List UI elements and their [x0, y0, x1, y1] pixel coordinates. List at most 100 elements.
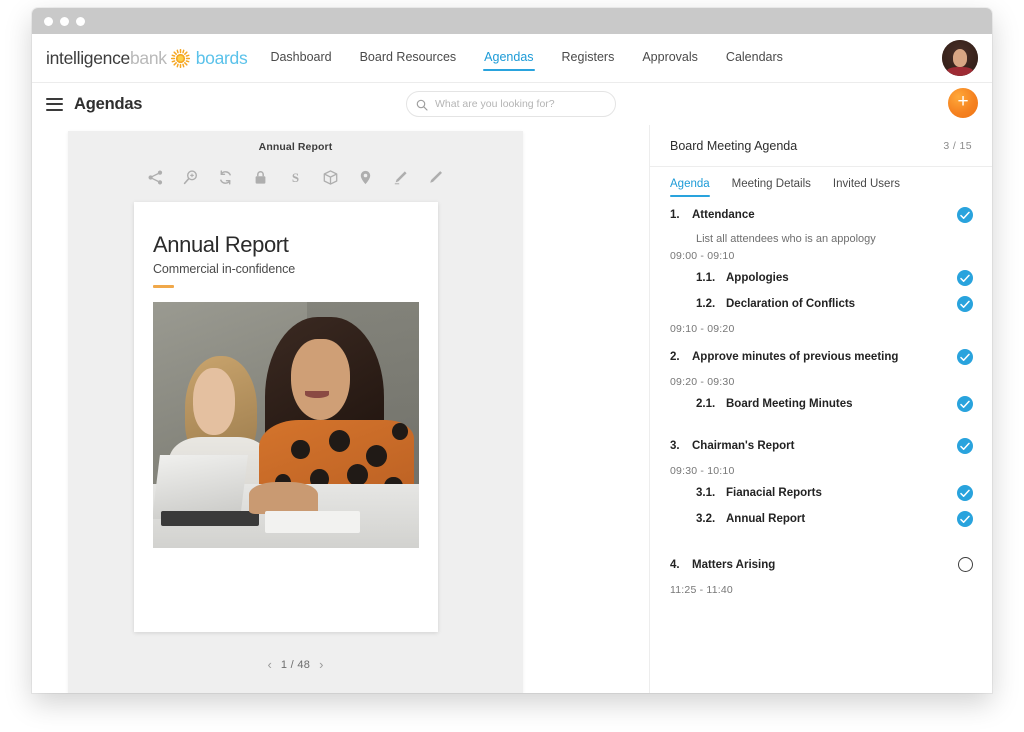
page-title: Agendas: [74, 94, 143, 113]
agenda-item-time: 09:00 - 09:10: [670, 250, 735, 262]
agenda-subitem-number: 1.1.: [696, 272, 716, 284]
agenda-subitem-label: Fianacial Reports: [726, 487, 822, 499]
search-input[interactable]: [435, 98, 606, 110]
agenda-item-label: Matters Arising: [692, 559, 776, 571]
agenda-subitem-number: 1.2.: [696, 298, 716, 310]
agenda-item-number: 3.: [670, 440, 680, 452]
window-minimize-dot[interactable]: [60, 16, 69, 26]
hamburger-menu-icon[interactable]: [46, 97, 63, 111]
agenda-subitem-checkbox[interactable]: [957, 511, 973, 527]
agenda-progress-count: 3 / 15: [943, 139, 972, 152]
location-pin-icon[interactable]: [357, 169, 374, 186]
agenda-subitem-time: 09:10 - 09:20: [670, 323, 735, 335]
agenda-item-time: 11:25 - 11:40: [670, 584, 733, 596]
search-icon: [416, 98, 428, 111]
agenda-tabs: Agenda Meeting Details Invited Users: [650, 167, 992, 197]
agenda-item-description: List all attendees who is an appology: [696, 233, 876, 245]
document-toolbar: S: [68, 166, 523, 188]
browser-window: intelligence bank boards Dashboard Board…: [32, 8, 992, 693]
cover-heading: Annual Report: [153, 232, 289, 257]
document-page[interactable]: Annual Report Commercial in-confidence: [134, 202, 438, 632]
cover-subheading: Commercial in-confidence: [153, 262, 296, 276]
nav-item-agendas[interactable]: Agendas: [483, 46, 535, 71]
agenda-items-list: 1. Attendance List all attendees who is …: [650, 197, 992, 596]
add-button[interactable]: +: [948, 88, 978, 118]
agenda-subitem-label: Board Meeting Minutes: [726, 398, 853, 410]
agenda-subitem[interactable]: 2.1. Board Meeting Minutes: [670, 396, 973, 418]
avatar-body: [947, 66, 973, 76]
cover-accent-rule: [153, 285, 174, 288]
strikethrough-icon[interactable]: S: [287, 169, 304, 186]
nav-items: Dashboard Board Resources Agendas Regist…: [269, 46, 783, 71]
agenda-subitem[interactable]: 1.2. Declaration of Conflicts: [670, 296, 973, 318]
sun-icon: [170, 48, 190, 68]
nav-item-calendars[interactable]: Calendars: [725, 46, 784, 71]
avatar-face: [952, 49, 968, 67]
agenda-item-checkbox[interactable]: [957, 438, 973, 454]
agenda-subitem-number: 3.2.: [696, 513, 716, 525]
window-titlebar: [32, 8, 992, 34]
brand-text-1: intelligence: [46, 47, 130, 68]
agenda-item-number: 2.: [670, 351, 680, 363]
agenda-subitem-label: Appologies: [726, 272, 789, 284]
agenda-item-number: 1.: [670, 209, 680, 221]
agenda-item-number: 4.: [670, 559, 680, 571]
agenda-item-label: Approve minutes of previous meeting: [692, 351, 899, 363]
agenda-subitem-label: Declaration of Conflicts: [726, 298, 856, 310]
page-navigation: ‹ 1 / 48 ›: [68, 658, 523, 671]
nav-item-dashboard[interactable]: Dashboard: [269, 46, 332, 71]
brand-text-3: boards: [195, 47, 248, 68]
svg-text:S: S: [292, 170, 299, 185]
agenda-item[interactable]: 3. Chairman's Report: [670, 438, 973, 460]
highlighter-icon[interactable]: [392, 169, 409, 186]
agenda-subitem[interactable]: 1.1. Appologies: [670, 270, 973, 292]
zoom-in-icon[interactable]: [182, 169, 199, 186]
nav-item-approvals[interactable]: Approvals: [641, 46, 699, 71]
document-viewer-area: Annual Report S Annual Report Commercial…: [32, 125, 649, 693]
agenda-item-time: 09:30 - 10:10: [670, 465, 735, 477]
agenda-item[interactable]: 2. Approve minutes of previous meeting: [670, 349, 973, 371]
agenda-panel-header: Board Meeting Agenda 3 / 15: [650, 125, 992, 167]
tab-agenda[interactable]: Agenda: [670, 178, 710, 197]
nav-item-board-resources[interactable]: Board Resources: [359, 46, 458, 71]
page-header-bar: Agendas +: [32, 82, 992, 125]
tab-meeting-details[interactable]: Meeting Details: [732, 178, 811, 197]
agenda-item-checkbox[interactable]: [957, 349, 973, 365]
document-title: Annual Report: [258, 141, 333, 153]
box-icon[interactable]: [322, 169, 339, 186]
agenda-subitem[interactable]: 3.2. Annual Report: [670, 511, 973, 533]
cover-photo: [153, 302, 419, 548]
agenda-item-label: Attendance: [692, 209, 755, 221]
tab-invited-users[interactable]: Invited Users: [833, 178, 900, 197]
share-icon[interactable]: [147, 169, 164, 186]
prev-page-button[interactable]: ‹: [267, 658, 271, 671]
search-box[interactable]: [406, 91, 616, 117]
agenda-item[interactable]: 1. Attendance: [670, 207, 973, 229]
agenda-item-checkbox[interactable]: [957, 207, 973, 223]
agenda-subitem-checkbox[interactable]: [957, 270, 973, 286]
top-navigation: intelligence bank boards Dashboard Board…: [32, 34, 992, 82]
agenda-panel: Board Meeting Agenda 3 / 15 Agenda Meeti…: [649, 125, 992, 693]
main-content: Annual Report S Annual Report Commercial…: [32, 125, 992, 693]
next-page-button[interactable]: ›: [319, 658, 323, 671]
brand-logo[interactable]: intelligence bank boards: [46, 47, 248, 69]
window-close-dot[interactable]: [44, 16, 53, 26]
user-avatar[interactable]: [942, 40, 978, 76]
page-indicator: 1 / 48: [280, 658, 311, 671]
nav-item-registers[interactable]: Registers: [561, 46, 616, 71]
brand-text-2: bank: [129, 47, 167, 68]
agenda-item[interactable]: 4. Matters Arising: [670, 557, 973, 579]
window-maximize-dot[interactable]: [76, 16, 85, 26]
agenda-subitem-number: 2.1.: [696, 398, 716, 410]
pen-icon[interactable]: [427, 169, 444, 186]
lock-icon[interactable]: [252, 169, 269, 186]
agenda-panel-title: Board Meeting Agenda: [670, 138, 798, 153]
agenda-subitem[interactable]: 3.1. Fianacial Reports: [670, 485, 973, 507]
agenda-subitem-checkbox[interactable]: [957, 296, 973, 312]
agenda-subitem-checkbox[interactable]: [957, 396, 973, 412]
agenda-item-time: 09:20 - 09:30: [670, 376, 735, 388]
agenda-subitem-checkbox[interactable]: [957, 485, 973, 501]
agenda-item-checkbox[interactable]: [958, 557, 973, 572]
agenda-subitem-number: 3.1.: [696, 487, 716, 499]
refresh-icon[interactable]: [217, 169, 234, 186]
